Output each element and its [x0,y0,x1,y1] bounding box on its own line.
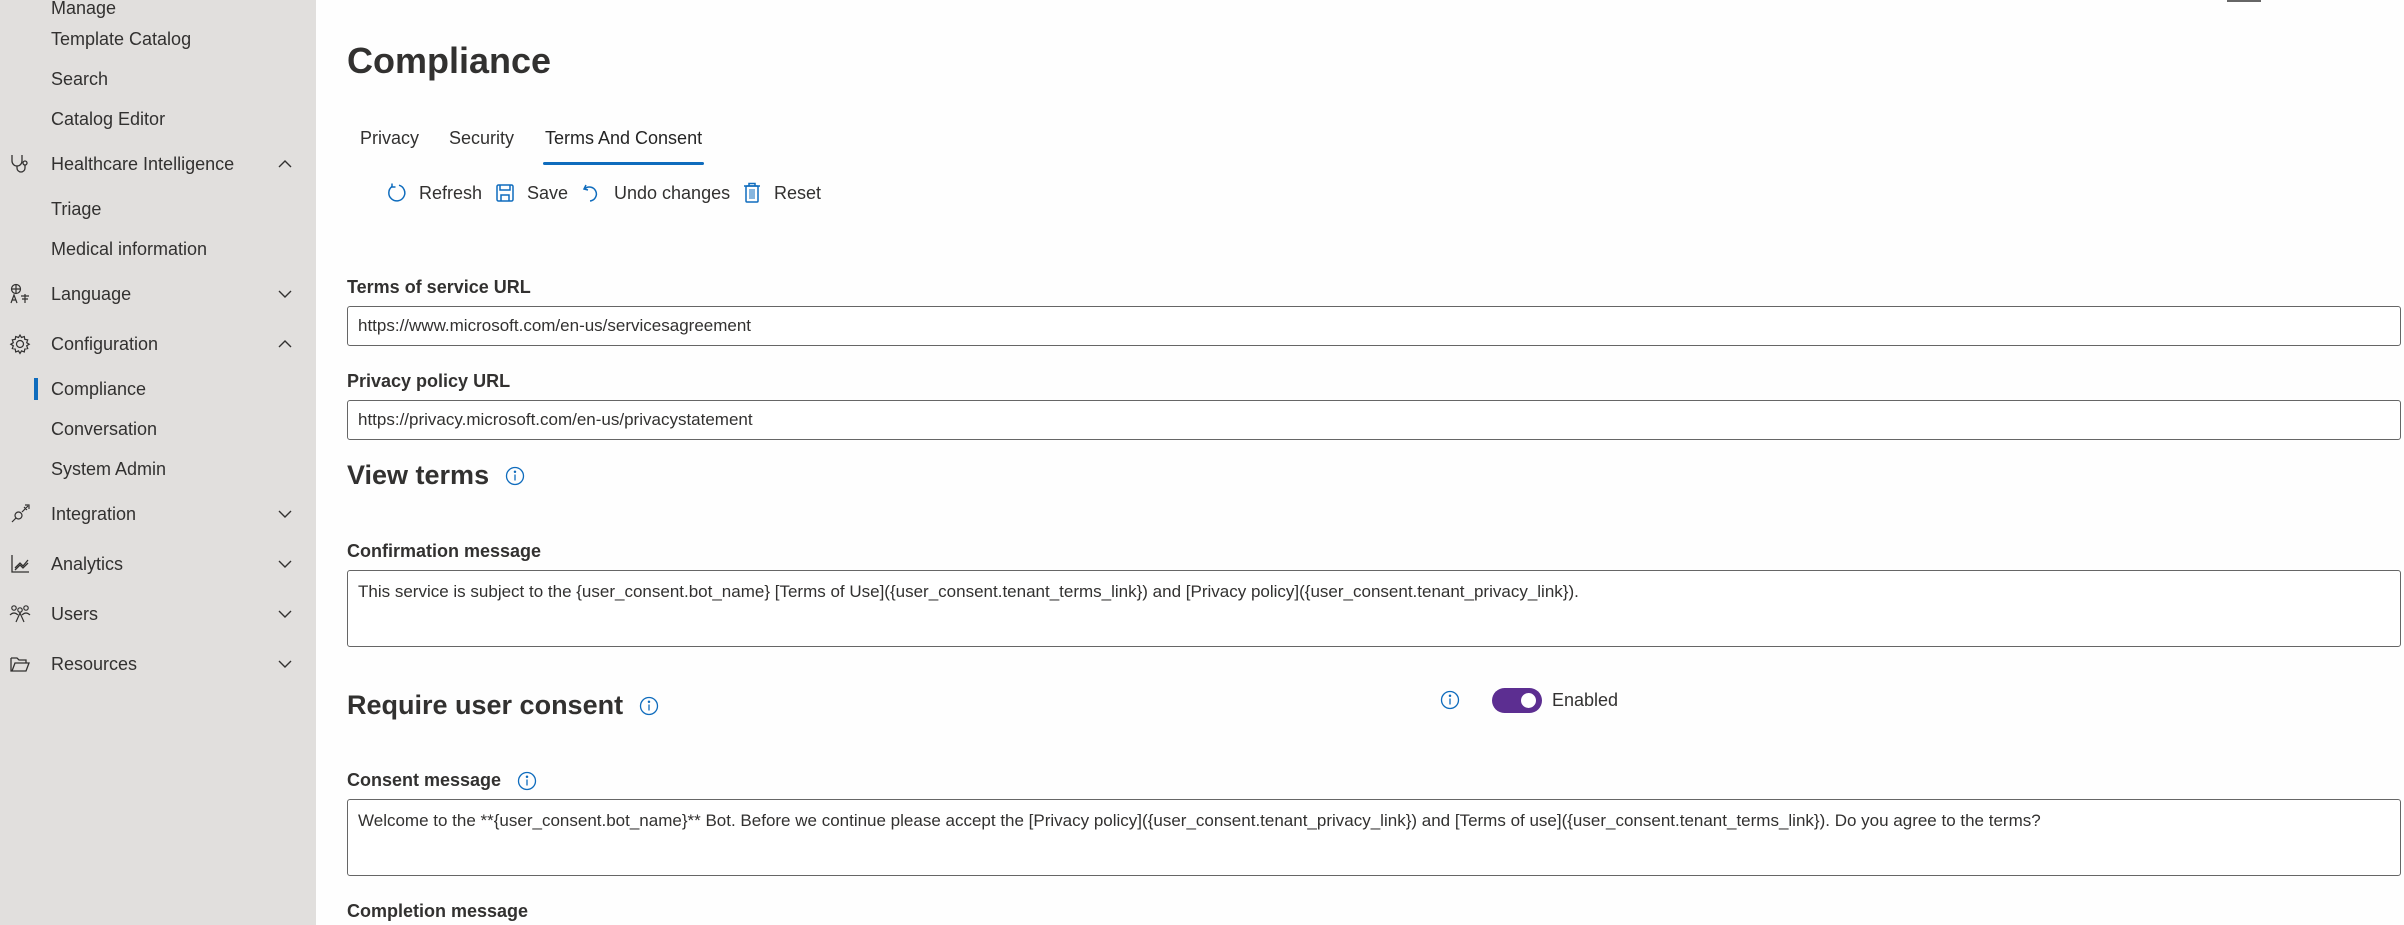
sidebar-item-label: System Admin [51,458,167,479]
terms-url-input[interactable] [347,306,2401,346]
sidebar-item-label: Analytics [51,553,124,574]
toggle-knob [1521,692,1536,708]
app-window: Manage Template Catalog Search Catalog E… [0,0,2404,925]
chevron-up-icon [275,154,295,174]
sidebar-item-medical-information[interactable]: Medical information [0,229,316,269]
sidebar-item-label: Healthcare Intelligence [51,153,235,174]
refresh-label: Refresh [419,182,483,203]
folder-icon [8,652,32,676]
language-icon [8,282,32,306]
require-consent-heading: Require user consent [347,690,659,721]
save-icon [493,181,517,205]
chevron-down-icon [275,654,295,674]
reset-button[interactable]: Reset [740,178,821,208]
sidebar-item-system-admin[interactable]: System Admin [0,449,316,489]
confirmation-message-textarea[interactable]: This service is subject to the {user_con… [347,570,2401,647]
sidebar-nav: Manage Template Catalog Search Catalog E… [0,0,316,925]
sidebar-item-label: Language [51,283,132,304]
privacy-url-label: Privacy policy URL [347,371,510,392]
refresh-button[interactable]: Refresh [385,178,482,208]
sidebar-group-configuration[interactable]: Configuration [0,324,316,364]
sidebar-item-search[interactable]: Search [0,59,316,99]
sidebar-item-label: Configuration [51,333,159,354]
chevron-down-icon [275,284,295,304]
completion-message-label: Completion message [347,901,528,922]
tab-security[interactable]: Security [449,125,514,165]
sidebar-item-label: Conversation [51,418,158,439]
trash-icon [740,181,764,205]
sidebar-item-catalog-editor[interactable]: Catalog Editor [0,99,316,139]
sidebar-item-label: Triage [51,198,102,219]
terms-url-label-text: Terms of service URL [347,277,531,297]
plug-icon [8,502,32,526]
undo-changes-button[interactable]: Undo changes [580,178,730,208]
consent-message-label-text: Consent message [347,770,502,790]
tab-privacy[interactable]: Privacy [360,125,419,165]
gear-icon [8,332,32,356]
completion-message-label-text: Completion message [347,901,529,921]
chevron-up-icon [275,334,295,354]
sidebar-item-label: Compliance [51,378,147,399]
privacy-url-input[interactable] [347,400,2401,440]
refresh-icon [385,181,409,205]
info-icon[interactable] [505,466,525,486]
confirmation-message-label-text: Confirmation message [347,541,542,561]
require-consent-toggle[interactable] [1492,687,1542,713]
chevron-down-icon [275,604,295,624]
sidebar-item-label: Users [51,603,99,624]
info-icon[interactable] [639,696,659,716]
confirmation-message-label: Confirmation message [347,541,541,562]
view-terms-heading: View terms [347,460,525,491]
terms-url-label: Terms of service URL [347,277,531,298]
users-icon [8,602,32,626]
save-label: Save [527,182,569,203]
consent-message-label: Consent message [347,770,537,791]
sidebar-item-template-catalog[interactable]: Template Catalog [0,19,316,59]
chart-icon [8,552,32,576]
sidebar-item-conversation[interactable]: Conversation [0,409,316,449]
top-right-control-edge [2227,0,2261,2]
chevron-down-icon [275,504,295,524]
sidebar-item-label: Manage [51,0,117,18]
sidebar-item-label: Medical information [51,238,208,259]
sidebar-item-triage[interactable]: Triage [0,189,316,229]
save-button[interactable]: Save [493,178,568,208]
sidebar-group-analytics[interactable]: Analytics [0,544,316,584]
undo-changes-label: Undo changes [614,182,731,203]
sidebar-item-label: Resources [51,653,138,674]
sidebar-item-compliance[interactable]: Compliance [0,369,316,409]
consent-message-textarea[interactable]: Welcome to the **{user_consent.bot_name}… [347,799,2401,876]
sidebar-group-integration[interactable]: Integration [0,494,316,534]
active-indicator [34,378,38,400]
require-consent-toggle-group: Enabled [1440,686,1618,714]
stethoscope-icon [8,152,32,176]
sidebar-item-label: Search [51,68,109,89]
chevron-down-icon [275,554,295,574]
sidebar-item-label: Catalog Editor [51,108,166,129]
info-icon[interactable] [1440,690,1460,710]
sidebar-group-healthcare-intelligence[interactable]: Healthcare Intelligence [0,144,316,184]
page-title: Compliance [347,40,552,81]
info-icon[interactable] [517,771,537,791]
reset-label: Reset [774,182,822,203]
undo-icon [580,181,604,205]
sidebar-group-resources[interactable]: Resources [0,644,316,684]
view-terms-title: View terms [347,460,490,490]
sidebar-item-label: Integration [51,503,137,524]
toggle-state-label: Enabled [1552,689,1619,710]
sidebar-item-label: Template Catalog [51,28,192,49]
sidebar-group-users[interactable]: Users [0,594,316,634]
sidebar-group-language[interactable]: Language [0,274,316,314]
tab-terms-and-consent[interactable]: Terms And Consent [542,125,705,165]
require-consent-title: Require user consent [347,690,624,720]
privacy-url-label-text: Privacy policy URL [347,371,511,391]
